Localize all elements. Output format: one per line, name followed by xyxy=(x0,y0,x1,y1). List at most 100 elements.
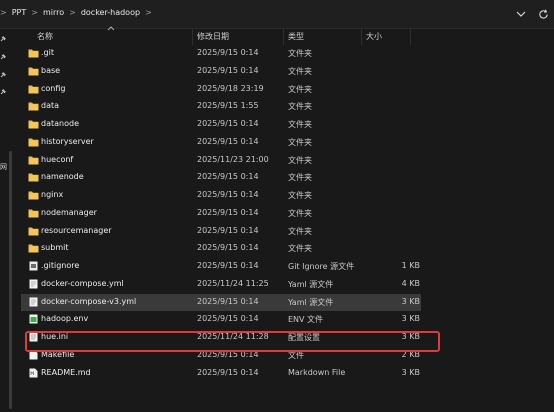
folder-row[interactable]: config 2025/9/18 23:19 文件夹 xyxy=(21,81,421,98)
pin-icon[interactable] xyxy=(0,72,6,78)
folder-row[interactable]: submit 2025/9/15 0:14 文件夹 xyxy=(21,240,421,257)
column-date-header[interactable]: 修改日期 xyxy=(197,31,229,42)
file-type: Yaml 源文件 xyxy=(288,297,334,307)
file-name: hueconf xyxy=(41,154,74,164)
column-divider[interactable] xyxy=(361,29,362,45)
file-type: 文件夹 xyxy=(288,84,312,94)
address-dropdown-button[interactable] xyxy=(514,7,528,21)
folder-row[interactable]: .git 2025/9/15 0:14 文件夹 xyxy=(21,45,421,62)
column-type-header[interactable]: 类型 xyxy=(288,31,304,42)
refresh-icon xyxy=(538,9,548,19)
file-type: 文件夹 xyxy=(288,226,312,236)
folder-icon xyxy=(28,101,39,111)
folder-row[interactable]: base 2025/9/15 0:14 文件夹 xyxy=(21,63,421,80)
file-name: nodemanager xyxy=(41,207,97,217)
env-file-icon xyxy=(28,314,39,324)
markdown-file-icon xyxy=(28,368,39,378)
breadcrumb-ppt[interactable]: PPT xyxy=(12,8,27,17)
modified-date: 2025/11/23 21:00 xyxy=(197,154,269,164)
file-name: submit xyxy=(41,243,69,253)
modified-date: 2025/9/15 0:14 xyxy=(197,136,259,146)
nav-item-network-label[interactable]: 网 xyxy=(0,162,7,172)
file-row[interactable]: .gitignore 2025/9/15 0:14 Git Ignore 源文件 1 … xyxy=(21,258,421,275)
folder-row[interactable]: nodemanager 2025/9/15 0:14 文件夹 xyxy=(21,205,421,222)
folder-row[interactable]: datanode 2025/9/15 0:14 文件夹 xyxy=(21,116,421,133)
column-divider[interactable] xyxy=(283,29,284,45)
breadcrumb-docker-hadoop[interactable]: docker-hadoop xyxy=(81,8,140,17)
folder-icon xyxy=(28,190,39,200)
column-name-header[interactable]: 名称 xyxy=(37,31,53,42)
column-size-header[interactable]: 大小 xyxy=(366,31,382,42)
pin-icon[interactable] xyxy=(0,54,6,60)
pin-icon[interactable] xyxy=(0,89,6,95)
file-row[interactable]: docker-compose.yml 2025/11/24 11:25 Yaml 源… xyxy=(21,276,421,293)
file-type: Yaml 源文件 xyxy=(288,279,334,289)
file-size: 4 KB xyxy=(401,278,420,288)
navigation-scrollbar[interactable] xyxy=(9,151,12,409)
file-name: data xyxy=(41,101,60,111)
file-size: 3 KB xyxy=(401,367,420,377)
file-name: namenode xyxy=(41,172,84,182)
column-divider[interactable] xyxy=(410,29,411,45)
sort-ascending-icon xyxy=(107,26,115,31)
pin-icon[interactable] xyxy=(0,36,6,42)
file-type: ENV 文件 xyxy=(288,315,324,325)
file-row[interactable]: hadoop.env 2025/9/15 0:14 ENV 文件 3 KB xyxy=(21,311,421,328)
folder-row[interactable]: resourcemanager 2025/9/15 0:14 文件夹 xyxy=(21,223,421,240)
folder-row[interactable]: namenode 2025/9/15 0:14 文件夹 xyxy=(21,169,421,186)
yaml-file-icon xyxy=(28,279,39,289)
folder-row[interactable]: data 2025/9/15 1:55 文件夹 xyxy=(21,98,421,115)
modified-date: 2025/9/15 0:14 xyxy=(197,190,259,199)
file-size: 3 KB xyxy=(401,296,420,306)
folder-row[interactable]: nginx 2025/9/15 0:14 文件夹 xyxy=(21,187,421,204)
file-name: docker-compose-v3.yml xyxy=(41,296,137,306)
file-name: config xyxy=(41,83,66,93)
modified-date: 2025/9/15 0:14 xyxy=(197,207,259,217)
modified-date: 2025/9/15 0:14 xyxy=(197,225,259,235)
modified-date: 2025/9/15 0:14 xyxy=(197,65,259,75)
modified-date: 2025/9/15 0:14 xyxy=(197,296,259,306)
folder-row[interactable]: historyserver 2025/9/15 0:14 文件夹 xyxy=(21,134,421,151)
folder-icon xyxy=(28,172,39,182)
folder-row[interactable]: hueconf 2025/11/23 21:00 文件夹 xyxy=(21,152,421,169)
refresh-button[interactable] xyxy=(536,7,550,21)
breadcrumb: > PPT > mirro > docker-hadoop > xyxy=(0,8,157,17)
modified-date: 2025/11/24 11:25 xyxy=(197,278,269,288)
folder-icon xyxy=(28,66,39,76)
file-type: 文件夹 xyxy=(288,191,312,200)
file-name: .git xyxy=(41,48,54,57)
file-name: resourcemanager xyxy=(41,225,112,235)
file-type: 文件夹 xyxy=(288,66,312,76)
file-type: Markdown File xyxy=(288,367,346,377)
file-name: hadoop.env xyxy=(41,314,89,324)
navigation-pane: 网 xyxy=(0,29,15,412)
address-bar: > PPT > mirro > docker-hadoop > xyxy=(0,0,554,29)
file-type: 文件夹 xyxy=(288,102,312,112)
modified-date: 2025/9/15 1:55 xyxy=(197,101,259,111)
file-name: historyserver xyxy=(41,136,94,146)
modified-date: 2025/9/18 23:19 xyxy=(197,83,264,93)
chevron-down-icon xyxy=(516,11,526,17)
folder-icon xyxy=(28,155,39,165)
modified-date: 2025/9/15 0:14 xyxy=(197,119,259,128)
folder-icon xyxy=(28,226,39,236)
folder-icon xyxy=(28,208,39,218)
file-type: 文件夹 xyxy=(288,49,312,58)
file-name: .gitignore xyxy=(41,261,80,270)
file-row[interactable]: README.md 2025/9/15 0:14 Markdown File 3 KB xyxy=(21,365,421,382)
gitignore-file-icon xyxy=(28,261,39,271)
breadcrumb-separator: > xyxy=(31,8,38,17)
file-type: 文件夹 xyxy=(288,173,312,183)
modified-date: 2025/9/15 0:14 xyxy=(197,243,259,253)
file-row[interactable]: docker-compose-v3.yml 2025/9/15 0:14 Yaml … xyxy=(21,293,421,311)
file-size: 1 KB xyxy=(401,261,420,270)
modified-date: 2025/9/15 0:14 xyxy=(197,48,259,57)
folder-icon xyxy=(28,243,39,253)
file-type: 文件夹 xyxy=(288,137,312,147)
file-type: 文件夹 xyxy=(288,120,312,129)
breadcrumb-mirro[interactable]: mirro xyxy=(43,8,64,17)
column-divider[interactable] xyxy=(192,29,193,45)
breadcrumb-separator: > xyxy=(0,8,7,17)
yaml-file-icon xyxy=(28,297,39,307)
modified-date: 2025/9/15 0:14 xyxy=(197,261,259,270)
